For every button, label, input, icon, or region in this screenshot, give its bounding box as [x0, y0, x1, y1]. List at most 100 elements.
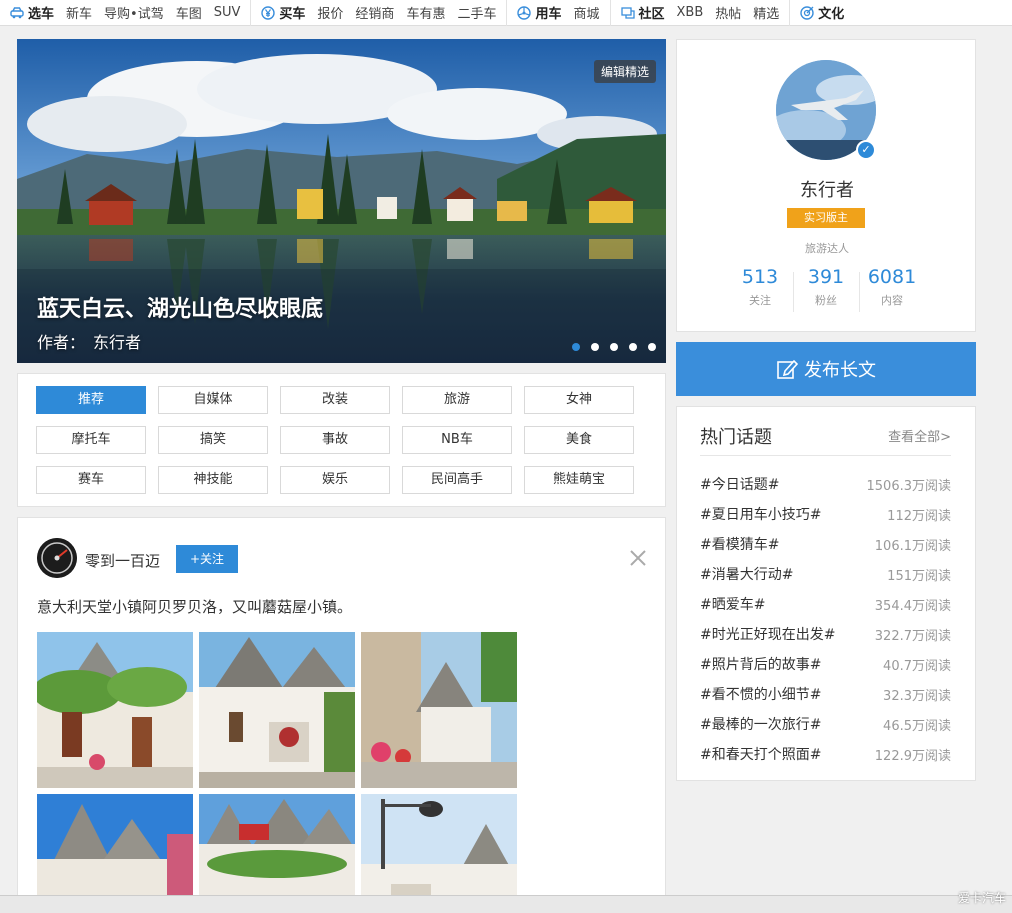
topic-name: #夏日用车小技巧#: [700, 507, 822, 523]
publish-article-button[interactable]: 发布长文: [676, 342, 976, 396]
hot-topic-item[interactable]: #夏日用车小技巧# 112万阅读: [700, 499, 951, 529]
category-tag[interactable]: 改装: [280, 386, 390, 414]
topic-name: #看模猜车#: [700, 537, 780, 553]
nav-section-head[interactable]: 用车: [517, 3, 561, 22]
nav-section-head[interactable]: 文化: [800, 3, 844, 22]
target-icon: [800, 5, 818, 20]
topic-name: #和春天打个照面#: [700, 747, 822, 763]
nav-link[interactable]: 精选: [753, 3, 779, 22]
nav-group: 选车 新车 导购•试驾 车图 SUV: [0, 0, 252, 26]
post-photo[interactable]: [199, 632, 355, 788]
category-tag[interactable]: 熊娃萌宝: [524, 466, 634, 494]
topic-name: #照片背后的故事#: [700, 657, 822, 673]
nav-link[interactable]: 车有惠: [406, 3, 445, 22]
category-tag[interactable]: 民间高手: [402, 466, 512, 494]
stat-followers[interactable]: 391 粉丝: [793, 266, 859, 308]
slide-title[interactable]: 蓝天白云、湖光山色尽收眼底: [37, 291, 323, 323]
nav-link[interactable]: 车图: [176, 3, 202, 22]
profile-name[interactable]: 东行者: [677, 176, 977, 202]
slider-dots: [561, 343, 656, 351]
hot-topic-item[interactable]: #今日话题# 1506.3万阅读: [700, 469, 951, 499]
yen-icon: [261, 5, 279, 20]
topic-read-count: 151万阅读: [887, 568, 951, 584]
stat-label: 内容: [881, 294, 903, 307]
feed-post-card: 零到一百迈 +关注 意大利天堂小镇阿贝罗贝洛，又叫蘑菇屋小镇。: [17, 517, 666, 913]
hot-topic-item[interactable]: #时光正好现在出发# 322.7万阅读: [700, 619, 951, 649]
post-photo[interactable]: [37, 632, 193, 788]
hot-topic-item[interactable]: #照片背后的故事# 40.7万阅读: [700, 649, 951, 679]
nav-section-head[interactable]: 社区: [620, 3, 665, 22]
category-tag[interactable]: 搞笑: [158, 426, 268, 454]
stat-value: 513: [741, 266, 779, 288]
nav-group: 买车 报价 经销商 车有惠 二手车: [251, 0, 508, 26]
profile-role: 旅游达人: [805, 242, 849, 255]
slider-dot[interactable]: [629, 343, 637, 351]
category-tag[interactable]: 旅游: [402, 386, 512, 414]
stat-following[interactable]: 513 关注: [727, 266, 793, 308]
nav-link[interactable]: 经销商: [355, 3, 394, 22]
topic-name: #最棒的一次旅行#: [700, 717, 822, 733]
topic-read-count: 32.3万阅读: [883, 688, 951, 704]
nav-link[interactable]: 二手车: [457, 3, 496, 22]
post-photo[interactable]: [361, 632, 517, 788]
featured-slider[interactable]: 编辑精选 蓝天白云、湖光山色尽收眼底 作者： 东行者: [17, 39, 666, 363]
category-tag[interactable]: 娱乐: [280, 466, 390, 494]
nav-link[interactable]: 商城: [573, 3, 599, 22]
slider-dot[interactable]: [610, 343, 618, 351]
car-icon: [10, 6, 28, 20]
edit-icon: [777, 359, 798, 379]
nav-link[interactable]: 报价: [317, 3, 343, 22]
category-tag[interactable]: 美食: [524, 426, 634, 454]
category-tag[interactable]: 赛车: [36, 466, 146, 494]
category-tag[interactable]: 摩托车: [36, 426, 146, 454]
topic-name: #晒爱车#: [700, 597, 766, 613]
hot-topic-item[interactable]: #最棒的一次旅行# 46.5万阅读: [700, 709, 951, 739]
view-all-link[interactable]: 查看全部>: [888, 426, 951, 445]
category-tag[interactable]: 事故: [280, 426, 390, 454]
hot-topic-item[interactable]: #看不惯的小细节# 32.3万阅读: [700, 679, 951, 709]
nav-link[interactable]: XBB: [677, 5, 704, 20]
close-icon[interactable]: [628, 548, 648, 568]
nav-section-label: 选车: [28, 7, 55, 22]
divider: [700, 455, 951, 456]
nav-section-head[interactable]: 买车: [261, 3, 305, 22]
slide-author: 作者： 东行者: [37, 329, 149, 353]
topic-read-count: 40.7万阅读: [883, 658, 951, 674]
follow-button[interactable]: +关注: [176, 545, 238, 573]
post-author-name[interactable]: 零到一百迈: [85, 550, 160, 571]
slide-author-label: 作者：: [37, 333, 86, 352]
wheel-icon: [517, 5, 535, 20]
topic-read-count: 106.1万阅读: [874, 538, 951, 554]
hot-topic-item[interactable]: #和春天打个照面# 122.9万阅读: [700, 739, 951, 769]
topic-read-count: 322.7万阅读: [874, 628, 951, 644]
slider-dot[interactable]: [648, 343, 656, 351]
slider-dot[interactable]: [572, 343, 580, 351]
hot-topics-title: 热门话题: [700, 427, 772, 448]
slide-author-name[interactable]: 东行者: [93, 333, 141, 352]
top-nav: 选车 新车 导购•试驾 车图 SUV 买车 报价 经销商 车有惠 二手车 用车 商城 社区 XBB 热帖 精选…: [0, 0, 1012, 26]
verified-icon: ✓: [856, 140, 876, 160]
category-tag[interactable]: 女神: [524, 386, 634, 414]
hot-topic-item[interactable]: #消暑大行动# 151万阅读: [700, 559, 951, 589]
category-tag[interactable]: 推荐: [36, 386, 146, 414]
stat-value: 391: [807, 266, 845, 288]
nav-section-label: 用车: [535, 7, 562, 22]
category-tag[interactable]: 神技能: [158, 466, 268, 494]
hot-topic-item[interactable]: #晒爱车# 354.4万阅读: [700, 589, 951, 619]
post-author-avatar[interactable]: [37, 538, 77, 578]
nav-link[interactable]: SUV: [214, 5, 241, 20]
profile-card: ✓ 东行者 实习版主 旅游达人 513 关注 391 粉丝 6081 内容: [676, 39, 976, 332]
chat-icon: [620, 6, 639, 20]
nav-link[interactable]: 新车: [66, 3, 92, 22]
hot-topic-item[interactable]: #看模猜车# 106.1万阅读: [700, 529, 951, 559]
post-text[interactable]: 意大利天堂小镇阿贝罗贝洛，又叫蘑菇屋小镇。: [37, 596, 352, 617]
nav-section-head[interactable]: 选车: [10, 3, 54, 22]
stat-label: 粉丝: [815, 294, 837, 307]
nav-link[interactable]: 导购•试驾: [104, 3, 164, 22]
nav-link[interactable]: 热帖: [715, 3, 741, 22]
category-tag[interactable]: NB车: [402, 426, 512, 454]
editor-pick-badge: 编辑精选: [593, 60, 656, 83]
slider-dot[interactable]: [591, 343, 599, 351]
stat-content[interactable]: 6081 内容: [859, 266, 925, 308]
category-tag[interactable]: 自媒体: [158, 386, 268, 414]
